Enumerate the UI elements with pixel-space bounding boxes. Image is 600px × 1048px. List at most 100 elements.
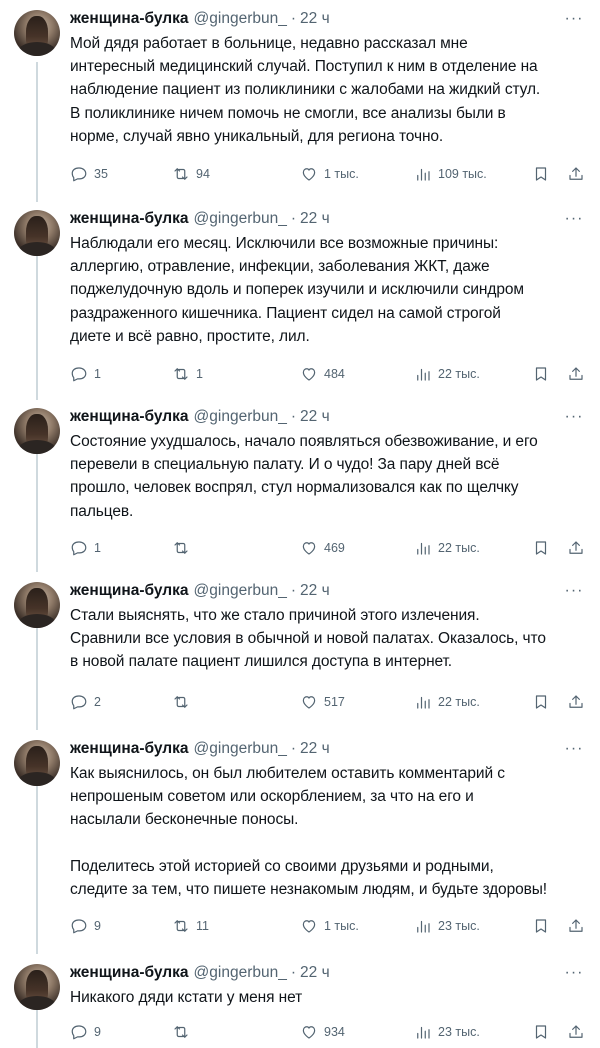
heart-icon (302, 368, 316, 381)
avatar[interactable] (14, 582, 60, 628)
reply-icon (71, 167, 87, 182)
bookmark-icon (535, 1025, 547, 1039)
tweet-header: женщина-булка @gingerbun_ · 22 ч (70, 406, 585, 428)
bookmark-button[interactable] (532, 539, 550, 557)
timestamp[interactable]: 22 ч (300, 738, 330, 760)
like-button[interactable]: 1 тыс. (300, 917, 359, 935)
like-button[interactable]: 517 (300, 693, 345, 711)
views-count: 22 тыс. (438, 541, 480, 555)
views-button[interactable]: 23 тыс. (414, 917, 480, 935)
share-icon (569, 1025, 583, 1038)
separator-dot: · (290, 10, 297, 27)
author-name[interactable]: женщина-булка (70, 8, 189, 30)
views-button[interactable]: 109 тыс. (414, 165, 487, 183)
views-chart-icon (417, 1026, 430, 1039)
avatar[interactable] (14, 964, 60, 1010)
tweet[interactable]: женщина-булка @gingerbun_ · 22 ч ··· Сос… (0, 398, 600, 572)
reply-button[interactable]: 2 (70, 693, 101, 711)
views-button[interactable]: 22 тыс. (414, 693, 480, 711)
author-name[interactable]: женщина-булка (70, 962, 189, 984)
author-name[interactable]: женщина-булка (70, 208, 189, 230)
more-icon[interactable]: ··· (563, 10, 585, 28)
like-count: 1 тыс. (324, 167, 359, 181)
share-icon (569, 367, 583, 380)
reply-button[interactable]: 35 (70, 165, 108, 183)
author-handle[interactable]: @gingerbun_ (194, 962, 287, 984)
bookmark-button[interactable] (532, 365, 550, 383)
avatar[interactable] (14, 210, 60, 256)
author-handle[interactable]: @gingerbun_ (194, 580, 287, 602)
share-button[interactable] (567, 1023, 585, 1041)
reply-button[interactable]: 9 (70, 917, 101, 935)
separator-dot: · (290, 210, 297, 227)
avatar[interactable] (14, 408, 60, 454)
share-button[interactable] (567, 365, 585, 383)
views-button[interactable]: 22 тыс. (414, 539, 480, 557)
separator-dot: · (290, 740, 297, 757)
views-chart-icon (417, 542, 430, 555)
bookmark-button[interactable] (532, 1023, 550, 1041)
tweet[interactable]: женщина-булка @gingerbun_ · 22 ч ··· Наб… (0, 200, 600, 400)
reply-icon (71, 919, 87, 934)
avatar[interactable] (14, 10, 60, 56)
views-button[interactable]: 23 тыс. (414, 1023, 480, 1041)
share-button[interactable] (567, 917, 585, 935)
bookmark-button[interactable] (532, 693, 550, 711)
retweet-button[interactable] (172, 1023, 196, 1041)
more-icon[interactable]: ··· (563, 740, 585, 758)
retweet-button[interactable] (172, 539, 196, 557)
author-handle[interactable]: @gingerbun_ (194, 208, 287, 230)
reply-button[interactable]: 9 (70, 1023, 101, 1041)
bookmark-button[interactable] (532, 917, 550, 935)
views-chart-icon (417, 368, 430, 381)
retweet-button[interactable] (172, 693, 196, 711)
timestamp[interactable]: 22 ч (300, 406, 330, 428)
tweet[interactable]: женщина-булка @gingerbun_ · 22 ч ··· Ник… (0, 954, 600, 1048)
author-handle[interactable]: @gingerbun_ (194, 8, 287, 30)
more-icon[interactable]: ··· (563, 408, 585, 426)
like-button[interactable]: 484 (300, 365, 345, 383)
like-button[interactable]: 934 (300, 1023, 345, 1041)
retweet-button[interactable]: 11 (172, 917, 209, 935)
retweet-count: 94 (196, 167, 210, 181)
like-button[interactable]: 1 тыс. (300, 165, 359, 183)
views-chart-icon (417, 168, 430, 181)
avatar[interactable] (14, 740, 60, 786)
timestamp[interactable]: 22 ч (300, 580, 330, 602)
tweet-text: Мой дядя работает в больнице, недавно ра… (70, 35, 541, 145)
more-icon[interactable]: ··· (563, 964, 585, 982)
share-icon (569, 695, 583, 708)
more-icon[interactable]: ··· (563, 210, 585, 228)
reply-count: 35 (94, 167, 108, 181)
author-name[interactable]: женщина-булка (70, 406, 189, 428)
reply-button[interactable]: 1 (70, 539, 101, 557)
action-bar: 1 469 22 тыс. (70, 536, 585, 560)
bookmark-button[interactable] (532, 165, 550, 183)
author-handle[interactable]: @gingerbun_ (194, 406, 287, 428)
retweet-icon (174, 696, 188, 708)
retweet-button[interactable]: 94 (172, 165, 210, 183)
tweet[interactable]: женщина-булка @gingerbun_ · 22 ч ··· Как… (0, 730, 600, 954)
heart-icon (302, 920, 316, 933)
reply-button[interactable]: 1 (70, 365, 101, 383)
action-bar: 35 94 1 тыс. 109 тыс. (70, 162, 585, 186)
more-icon[interactable]: ··· (563, 582, 585, 600)
share-button[interactable] (567, 539, 585, 557)
author-name[interactable]: женщина-булка (70, 580, 189, 602)
tweet[interactable]: женщина-булка @gingerbun_ · 22 ч ··· Ста… (0, 572, 600, 728)
tweet[interactable]: женщина-булка @gingerbun_ · 22 ч ··· Мой… (0, 0, 600, 200)
author-name[interactable]: женщина-булка (70, 738, 189, 760)
views-button[interactable]: 22 тыс. (414, 365, 480, 383)
retweet-icon (174, 542, 188, 554)
tweet-header: женщина-булка @gingerbun_ · 22 ч (70, 962, 585, 984)
separator-dot: · (290, 582, 297, 599)
like-button[interactable]: 469 (300, 539, 345, 557)
retweet-count: 11 (196, 919, 209, 933)
share-button[interactable] (567, 693, 585, 711)
author-handle[interactable]: @gingerbun_ (194, 738, 287, 760)
timestamp[interactable]: 22 ч (300, 962, 330, 984)
timestamp[interactable]: 22 ч (300, 208, 330, 230)
timestamp[interactable]: 22 ч (300, 8, 330, 30)
share-button[interactable] (567, 165, 585, 183)
retweet-button[interactable]: 1 (172, 365, 203, 383)
